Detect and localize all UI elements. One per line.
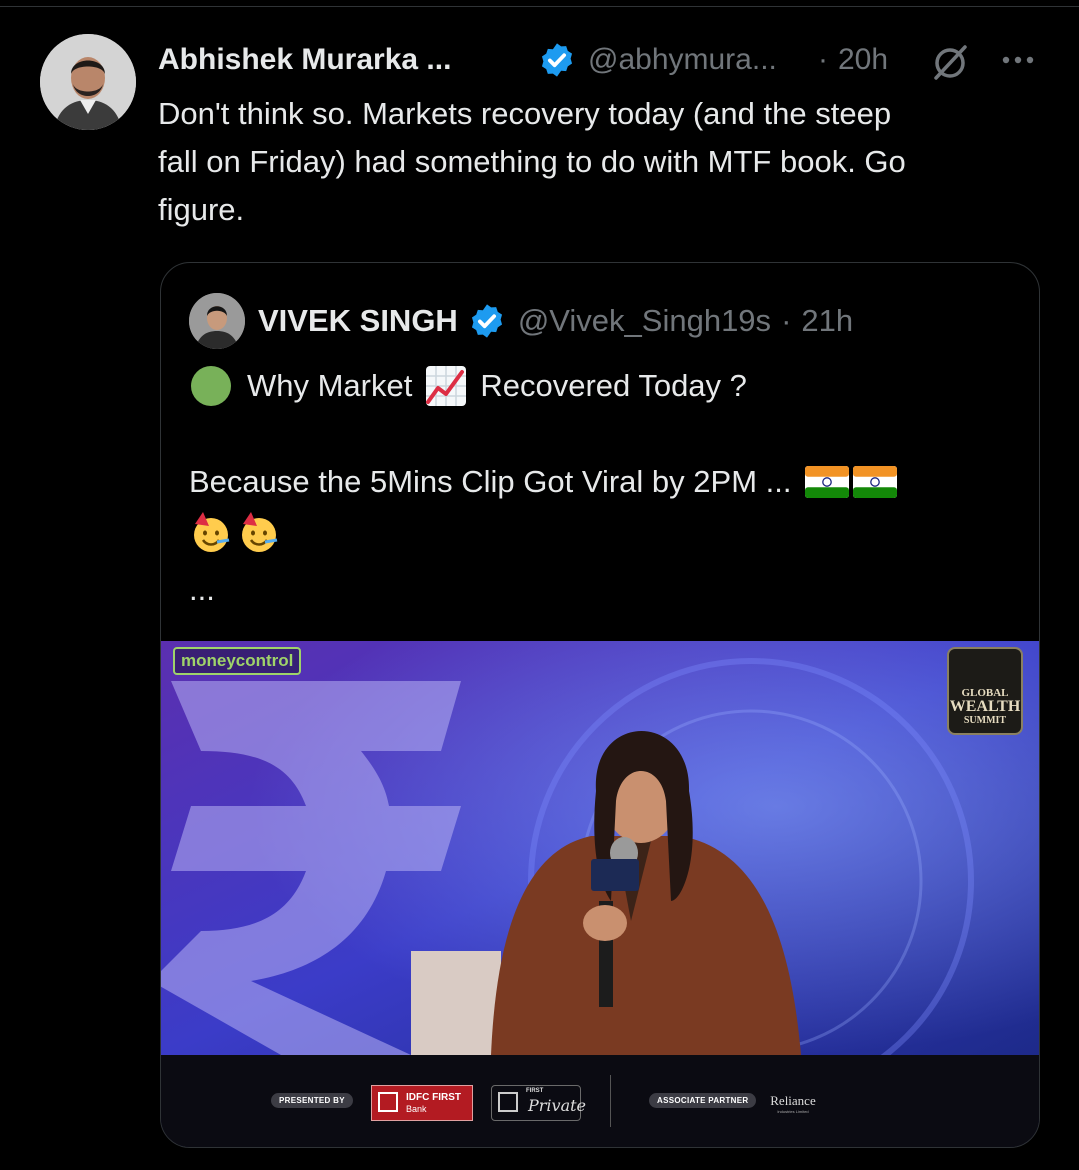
reliance-logo-text: Reliance [770,1093,816,1108]
separator-dot: · [781,303,792,338]
tweet-header: Abhishek Murarka ... @abhymura... · 20h [158,38,888,82]
quoted-tweet-header: VIVEK SINGH @Vivek_Singh19s · 21h [258,299,853,343]
tweet-text-line: figure. [158,192,245,227]
verified-badge-icon [471,304,502,338]
sponsor-divider [610,1075,611,1127]
first-private-text: FIRST [526,1088,544,1094]
quoted-text-fragment: Recovered Today ? [480,368,747,403]
tweet-text-line: Don't think so. Markets recovery today (… [158,96,892,131]
reliance-logo: Reliance Industries Limited [761,1079,825,1123]
video-frame-image [161,641,1039,1055]
partying-face-emoji [242,512,278,552]
idfc-logo-text: Bank [406,1104,427,1114]
quoted-text-line: Why Market Recovered Today ? [189,363,747,409]
quoted-text-line: Because the 5Mins Clip Got Viral by 2PM … [189,459,898,505]
event-logo-line: SUMMIT [963,715,1007,726]
quoted-text-line [189,509,281,555]
quoted-author-name[interactable]: VIVEK SINGH [258,303,458,339]
idfc-mark-icon [378,1092,398,1112]
author-avatar[interactable] [40,34,136,130]
quoted-tweet-media[interactable]: moneycontrol GLOBAL WEALTH SUMMIT PRESEN… [161,641,1039,1147]
quoted-text-fragment: Because the 5Mins Clip Got Viral by 2PM … [189,464,792,499]
author-name[interactable]: Abhishek Murarka ... [158,43,538,77]
show-more-ellipsis[interactable]: ... [189,572,215,608]
grok-icon[interactable] [930,42,970,82]
first-private-text: Private [528,1096,587,1115]
india-flag-emoji [853,466,898,498]
author-handle[interactable]: @abhymura... [588,43,808,77]
quoted-tweet-time[interactable]: 21h [801,303,853,339]
quoted-text-line: ... [189,567,215,613]
tweet-text: Don't think so. Markets recovery today (… [158,90,1038,234]
first-private-logo: FIRST Private [491,1085,586,1121]
verified-badge-icon [541,43,573,77]
sponsor-bar: PRESENTED BY IDFC FIRST Bank FIRST Priva… [161,1055,1039,1147]
quoted-author-handle[interactable]: @Vivek_Singh19s [518,303,771,339]
partying-face-emoji [194,512,230,552]
moneycontrol-logo: moneycontrol [173,647,302,675]
reliance-logo-subtext: Industries Limited [777,1109,809,1114]
quoted-tweet-card[interactable]: VIVEK SINGH @Vivek_Singh19s · 21h Why Ma… [160,262,1040,1148]
quoted-text-fragment: Why Market [247,368,413,403]
idfc-logo-text: IDFC FIRST [406,1092,461,1103]
green-circle-emoji [191,366,231,406]
first-private-mark-icon [498,1092,518,1112]
tweet-time[interactable]: 20h [838,43,888,77]
india-flag-emoji [805,466,850,498]
tweet-text-line: fall on Friday) had something to do with… [158,144,906,179]
idfc-first-bank-logo: IDFC FIRST Bank [371,1085,473,1121]
global-wealth-summit-logo: GLOBAL WEALTH SUMMIT [947,647,1023,735]
more-options-icon[interactable] [998,52,1038,68]
separator-dot: · [818,43,828,76]
event-logo-line: WEALTH [949,698,1021,715]
chart-increasing-emoji [426,366,467,406]
top-divider [0,6,1079,7]
quoted-author-avatar[interactable] [189,293,245,349]
associate-partner-label: ASSOCIATE PARTNER [649,1093,757,1108]
presented-by-label: PRESENTED BY [271,1093,353,1108]
